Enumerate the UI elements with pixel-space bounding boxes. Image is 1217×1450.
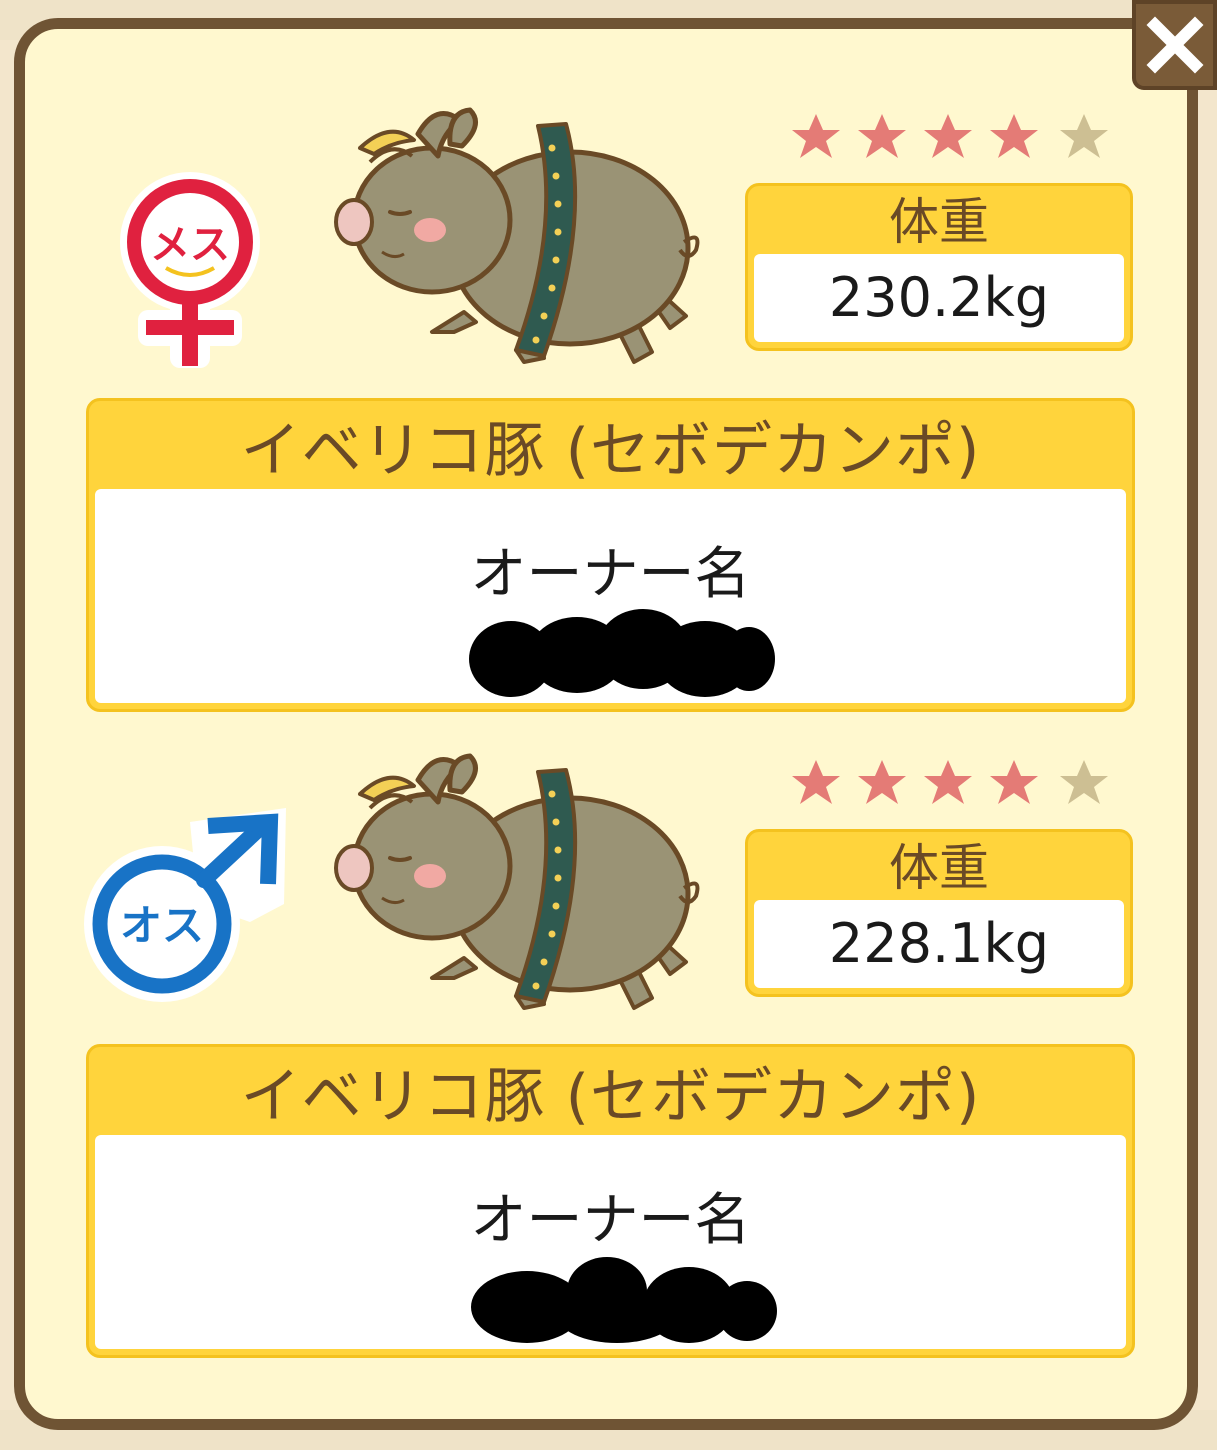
weight-label: 体重 [889, 193, 989, 251]
male-symbol-icon: オス [80, 804, 290, 1004]
owner-label: オーナー名 [470, 1188, 751, 1253]
star-filled-icon [924, 114, 972, 158]
star-filled-icon [858, 760, 906, 804]
star-filled-icon [792, 114, 840, 158]
rating-stars [792, 760, 1108, 804]
weight-value: 230.2kg [754, 254, 1124, 342]
gender-label: メス [150, 222, 230, 268]
star-empty-icon [1060, 760, 1108, 804]
star-filled-icon [990, 114, 1038, 158]
star-filled-icon [990, 760, 1038, 804]
breed-name: イベリコ豚 (セボデカンポ) [240, 1062, 981, 1132]
iberico-pig-illustration [334, 753, 700, 1010]
weight-card: 体重 230.2kg [745, 183, 1133, 351]
iberico-pig-illustration [330, 100, 700, 370]
star-filled-icon [924, 760, 972, 804]
star-filled-icon [858, 114, 906, 158]
owner-info: オーナー名 [95, 1135, 1126, 1349]
pig-card-female: メス 体重 230.2kg イベリコ豚 (セボデカンポ) オーナー名 [0, 0, 1217, 712]
owner-label: オーナー名 [470, 542, 751, 607]
breed-info-card: イベリコ豚 (セボデカンポ) オーナー名 [86, 1044, 1135, 1358]
star-empty-icon [1060, 114, 1108, 158]
weight-label: 体重 [889, 839, 989, 897]
weight-value: 228.1kg [754, 900, 1124, 988]
female-symbol-icon: メス [100, 170, 280, 370]
owner-name-redacted [471, 1257, 777, 1343]
gender-label: オス [120, 901, 204, 950]
weight-card: 体重 228.1kg [745, 829, 1133, 997]
breed-name: イベリコ豚 (セボデカンポ) [240, 416, 981, 486]
star-filled-icon [792, 760, 840, 804]
rating-stars [792, 114, 1108, 158]
pig-card-male: オス 体重 228.1kg イベリコ豚 (セボデカンポ) オーナー名 [0, 646, 1217, 1358]
